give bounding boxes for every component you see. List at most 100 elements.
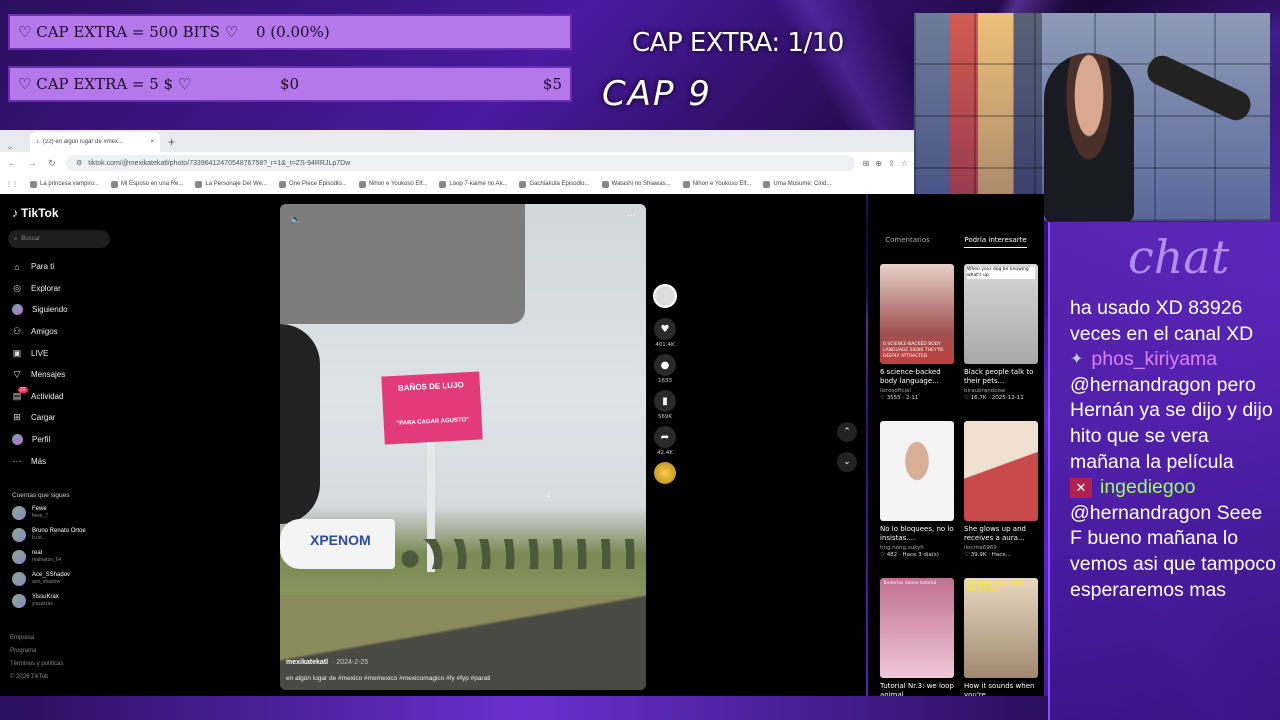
tiktok-note-icon: ♪: [12, 206, 18, 220]
scroll-up-button[interactable]: ⌃: [837, 422, 857, 442]
apps-icon[interactable]: ⋮⋮: [6, 181, 18, 188]
tab-comentarios[interactable]: Comentarios: [885, 236, 930, 248]
cap-number: CAP 9: [602, 74, 712, 114]
nav-item-cargar[interactable]: ⊞ Cargar: [8, 407, 122, 429]
tiktok-footer: Empresa Programa Términos y políticas © …: [10, 632, 63, 684]
zoom-icon[interactable]: ⊕: [875, 159, 882, 168]
footer-link[interactable]: Términos y políticas: [10, 658, 63, 671]
heart-outline-icon: ♡: [964, 552, 969, 558]
translate-icon[interactable]: ⊞: [863, 159, 870, 168]
footer-link[interactable]: Programa: [10, 645, 63, 658]
save-button[interactable]: ▮ 569K: [651, 390, 679, 420]
nav-item-perfil[interactable]: Perfil: [8, 429, 122, 451]
bookmarks-bar: ⋮⋮ La princesa vampiro... Mi Esposo en u…: [0, 174, 914, 194]
recommended-video[interactable]: When your dog be knowing what's up Black…: [964, 264, 1038, 421]
recommended-video[interactable]: She glows up and receives a aura... iloc…: [964, 421, 1038, 578]
nav-item-para-ti[interactable]: ⌂ Para ti: [8, 256, 122, 278]
bookmark-item[interactable]: One Piece Episodio...: [279, 180, 347, 188]
music-disc-icon[interactable]: [654, 462, 676, 484]
reload-icon[interactable]: ↻: [46, 158, 58, 169]
cap-extra-counter: CAP EXTRA: 1/10: [632, 28, 844, 58]
following-account[interactable]: real realnarzo_64: [12, 549, 122, 565]
bookmark-item[interactable]: Gachiakuta Episodio...: [519, 180, 590, 188]
bookmark-favicon-icon: [30, 180, 37, 188]
billboard: BAÑOS DE LUJO "PARA CAGAR AGUSTO": [381, 371, 483, 445]
comment-count: 1633: [658, 378, 672, 384]
badge-icon: ✕: [1070, 477, 1092, 498]
following-account[interactable]: Fewe fewe_7: [12, 505, 122, 521]
nav-item-explorar[interactable]: ◎ Explorar: [8, 278, 122, 300]
browser-tab[interactable]: ♪ (22) en algún lugar de #mex... ×: [30, 132, 160, 152]
footer-link[interactable]: Empresa: [10, 632, 63, 645]
nav-item-mas[interactable]: ··· Más: [8, 450, 122, 472]
bookmark-item[interactable]: Watashi no Shiawas...: [601, 180, 671, 188]
tab-close-icon[interactable]: ×: [150, 139, 154, 145]
comment-button[interactable]: ● 1633: [651, 354, 679, 384]
bookmark-item[interactable]: Mi Esposo en una Re...: [111, 180, 183, 188]
bookmark-item[interactable]: La Personaje Del We...: [195, 180, 267, 188]
bits-goal-label: ♡ CAP EXTRA = 500 BITS ♡: [18, 23, 239, 41]
live-icon: ▣: [12, 347, 22, 358]
share-button[interactable]: ➦ 42.4K: [651, 426, 679, 456]
profile-icon: [12, 434, 23, 446]
following-account[interactable]: Bruno Renato Ortoe b.rst...: [12, 527, 122, 543]
bookmark-star-icon[interactable]: ☆: [901, 159, 908, 168]
bookmark-item[interactable]: Uma Musume: Cind...: [763, 180, 831, 188]
footer-copyright: © 2026 TikTok: [10, 674, 49, 680]
heart-outline-icon: ♡: [964, 395, 969, 401]
chat-message-text: @hernandragon Seee F bueno mañana lo vem…: [1070, 501, 1276, 601]
following-account[interactable]: YissuKrax yissukrax: [12, 593, 122, 609]
video-player[interactable]: BAÑOS DE LUJO "PARA CAGAR AGUSTO" XPENOM…: [280, 204, 646, 690]
nav-item-siguiendo[interactable]: Siguiendo: [8, 299, 122, 321]
trees: [400, 539, 646, 569]
recommended-video[interactable]: 6 SCIENCE-BACKED BODY LANGUAGE SIGNS THE…: [880, 264, 954, 421]
scroll-down-button[interactable]: ⌄: [837, 452, 857, 472]
new-tab-button[interactable]: +: [168, 135, 175, 152]
nav-item-amigos[interactable]: ⚇ Amigos: [8, 321, 122, 343]
tiktok-logo[interactable]: ♪ TikTok: [12, 206, 122, 220]
recommendations-panel: Comentarios Podría interesarte 6 SCIENCE…: [868, 194, 1044, 699]
chat-title: chat: [1128, 230, 1230, 284]
url-text: tiktok.com/@mexikatekatl/photo/733964124…: [88, 159, 351, 167]
nav-item-actividad[interactable]: ▤ 22 Actividad: [8, 386, 122, 408]
browser-chrome: ⌄ ♪ (22) en algún lugar de #mex... × + ←…: [0, 130, 914, 194]
avatar: [12, 549, 26, 564]
forward-icon[interactable]: →: [26, 158, 38, 168]
bookmark-item[interactable]: Loop 7-kaime no Ak...: [439, 180, 507, 188]
nav-item-mensajes[interactable]: ▽ Mensajes: [8, 364, 122, 386]
chevron-down-icon: ⌄: [843, 457, 851, 467]
video-thumbnail: 6 SCIENCE-BACKED BODY LANGUAGE SIGNS THE…: [880, 264, 954, 364]
tab-podria-interesarte[interactable]: Podría interesarte: [964, 236, 1027, 248]
nav-item-live[interactable]: ▣ LIVE: [8, 342, 122, 364]
tab-list-icon[interactable]: ⌄: [4, 141, 16, 152]
site-info-icon[interactable]: ⚙: [76, 159, 82, 167]
bookmark-item[interactable]: Nihon e Youkoso Elf...: [682, 180, 751, 188]
heart-icon: ♥: [654, 318, 676, 340]
more-options-icon[interactable]: ···: [627, 210, 636, 220]
chat-message-text: ha usado XD 83926 veces en el canal XD: [1070, 297, 1254, 345]
share-icon[interactable]: ⇪: [888, 159, 895, 168]
search-input[interactable]: ⌕ Buscar: [8, 230, 110, 248]
bookmark-favicon-icon: [195, 180, 203, 188]
video-author[interactable]: mexikatekatl · 2024-2-25: [286, 659, 368, 666]
activity-icon: ▤ 22: [12, 386, 28, 401]
like-button[interactable]: ♥ 401.4K: [651, 318, 679, 348]
bookmark-item[interactable]: La princesa vampiro...: [30, 180, 99, 188]
volume-icon[interactable]: 🔈: [290, 214, 301, 225]
webcam-feed: [914, 13, 1270, 221]
mouse-cursor-icon: ☝: [544, 490, 552, 504]
recommended-video[interactable]: No lo bloquees, no lo insistas.... hng.h…: [880, 421, 954, 578]
video-thumbnail: [964, 421, 1038, 521]
recommended-grid: 6 SCIENCE-BACKED BODY LANGUAGE SIGNS THE…: [880, 264, 1040, 720]
creator-avatar[interactable]: [653, 284, 677, 308]
avatar: [12, 571, 26, 586]
messages-icon: ▽: [13, 369, 21, 380]
address-row: ← → ↻ ⚙ tiktok.com/@mexikatekatl/photo/7…: [0, 152, 914, 174]
car-visor: [280, 204, 525, 324]
bookmark-item[interactable]: Nihon e Youkoso Elf...: [358, 180, 427, 188]
back-icon[interactable]: ←: [6, 158, 18, 168]
tab-title: (22) en algún lugar de #mex...: [43, 139, 124, 145]
tiktok-nav: ⌂ Para ti ◎ Explorar Siguiendo ⚇ Amigos ▣ LI…: [8, 256, 122, 472]
following-account[interactable]: Ace_SShadov ace_shadow: [12, 571, 122, 587]
url-bar[interactable]: ⚙ tiktok.com/@mexikatekatl/photo/7339641…: [66, 155, 855, 171]
